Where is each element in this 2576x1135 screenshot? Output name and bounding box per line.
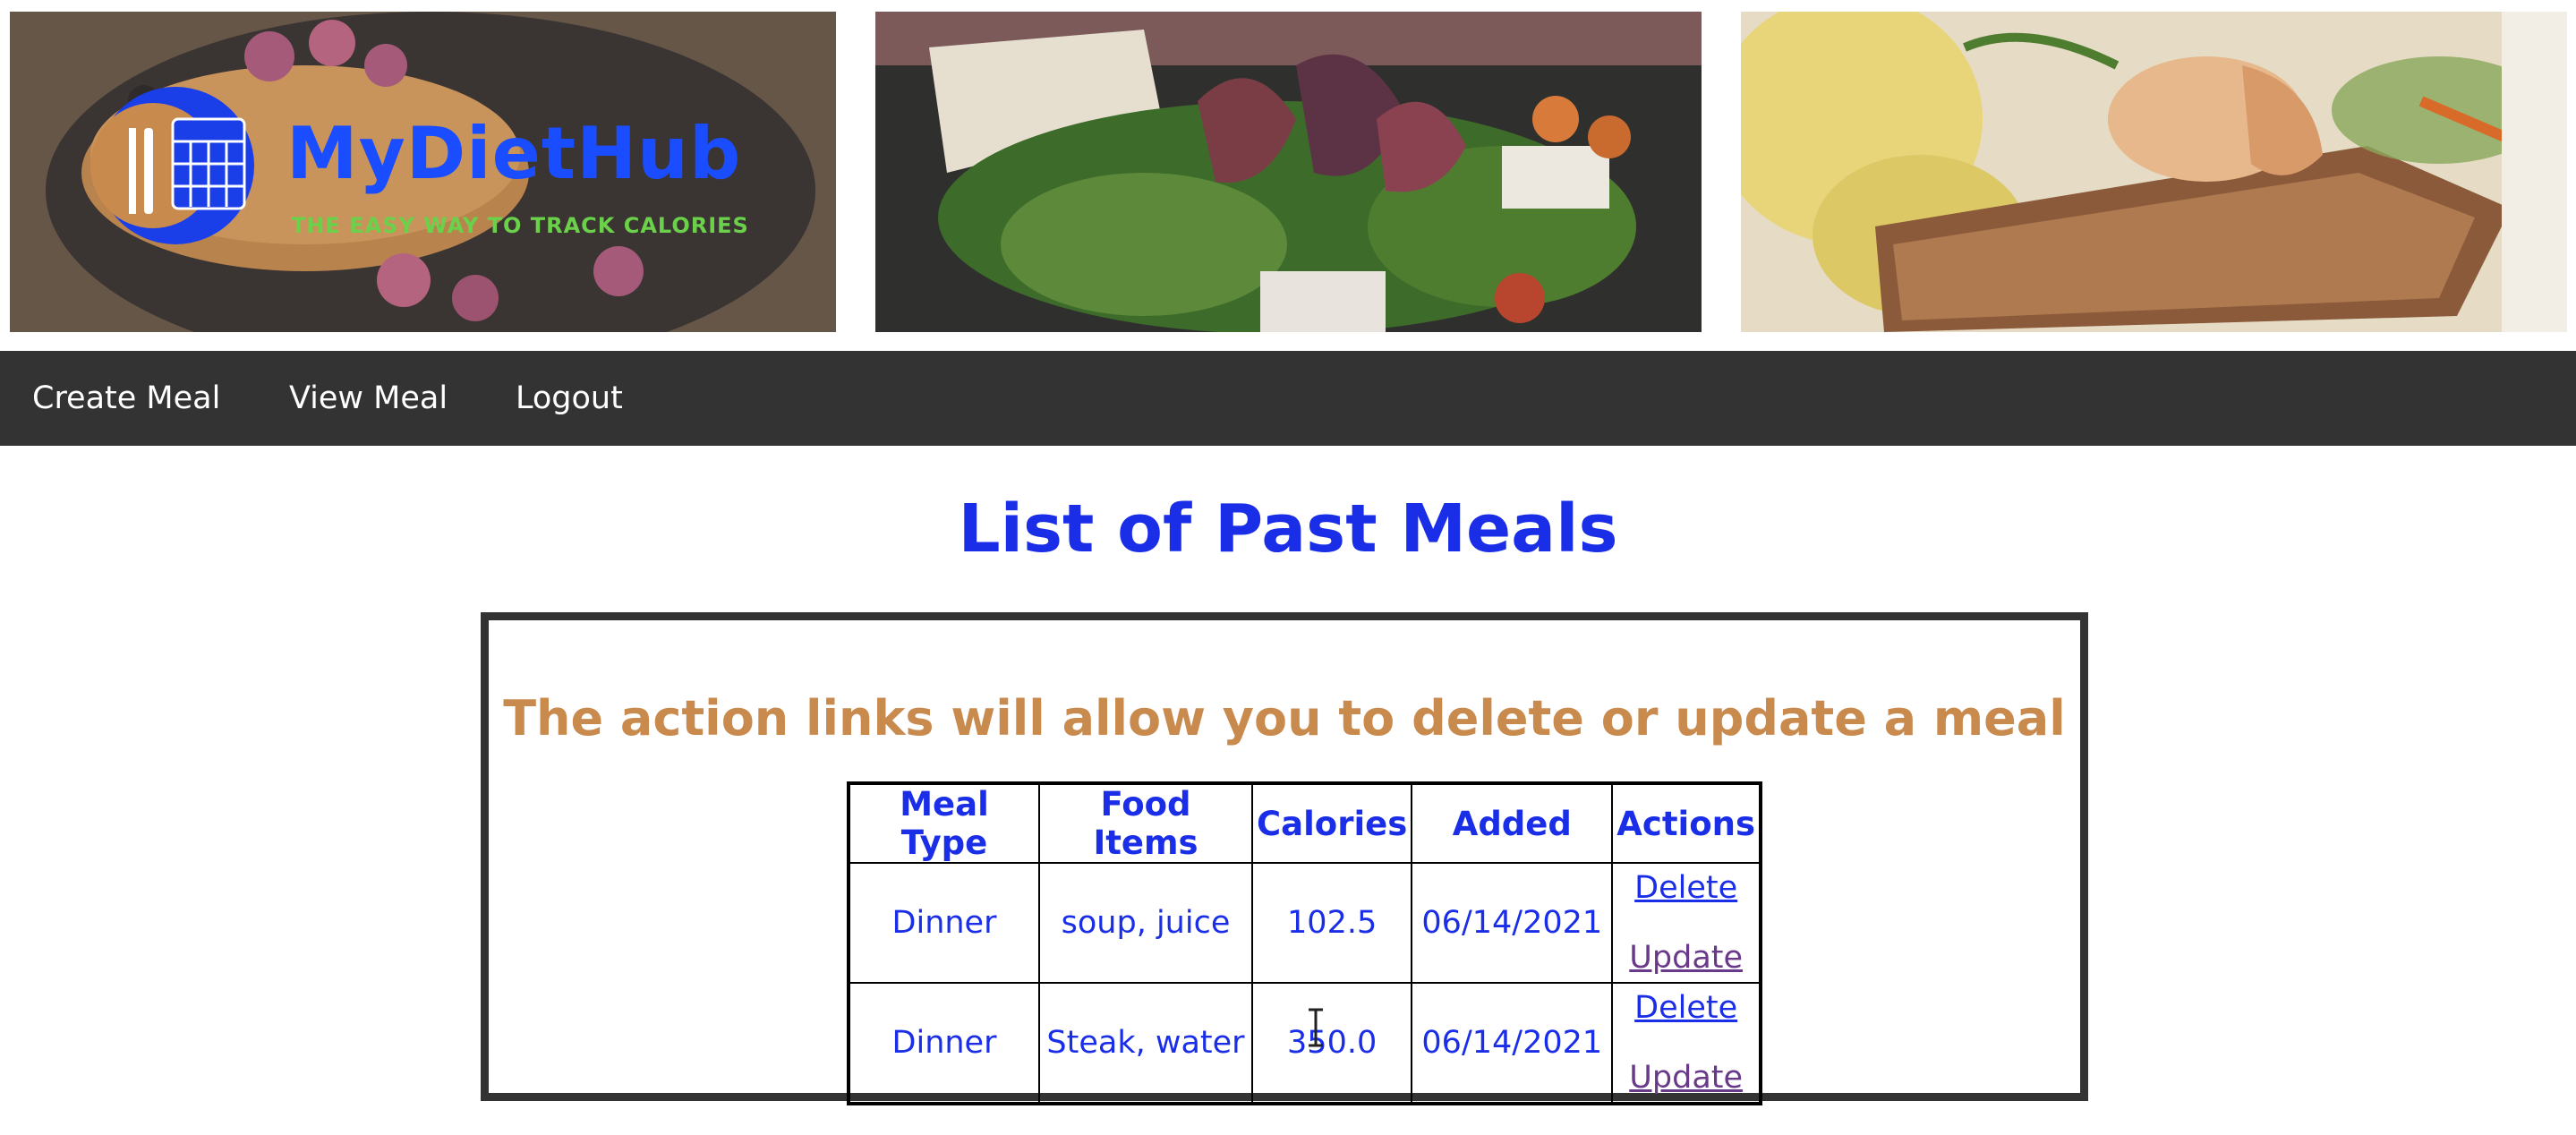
header-banner: MyDietHub THE EASY WAY TO TRACK CALORIES: [0, 0, 2576, 351]
cell-calories: 102.5: [1250, 862, 1413, 984]
cell-actions: Delete Update: [1611, 862, 1762, 984]
cell-food-items: soup, juice: [1038, 862, 1253, 984]
cell-calories: 350.0: [1250, 982, 1413, 1105]
brand-name: MyDietHub: [286, 112, 742, 195]
cell-added: 06/14/2021: [1411, 982, 1614, 1105]
cell-actions: Delete Update: [1611, 982, 1762, 1105]
cell-added: 06/14/2021: [1411, 862, 1614, 984]
meals-table: Meal Type Food Items Calories Added Acti…: [847, 781, 1763, 1105]
meals-panel: The action links will allow you to delet…: [481, 612, 2088, 1105]
brand-tagline: THE EASY WAY TO TRACK CALORIES: [291, 213, 749, 238]
header-calories: Calories: [1250, 782, 1413, 864]
banner-image-fish: [1741, 12, 2567, 332]
table-row: Dinner soup, juice 102.5 06/14/2021 Dele…: [848, 862, 1762, 984]
panel-instructions: The action links will allow you to delet…: [503, 690, 2066, 747]
top-nav: Create Meal View Meal Logout: [0, 351, 2576, 446]
banner-image-salad: [875, 12, 1702, 332]
header-meal-type: Meal Type: [848, 782, 1040, 864]
nav-create-meal-link[interactable]: Create Meal: [32, 351, 220, 446]
header-actions: Actions: [1611, 782, 1762, 864]
nav-view-meal-link[interactable]: View Meal: [289, 351, 448, 446]
update-link[interactable]: Update: [1616, 1060, 1755, 1096]
header-added: Added: [1411, 782, 1614, 864]
delete-link[interactable]: Delete: [1616, 990, 1755, 1026]
cell-food-items: Steak, water: [1038, 982, 1253, 1105]
update-link[interactable]: Update: [1616, 940, 1755, 976]
header-food-items: Food Items: [1038, 782, 1253, 864]
delete-link[interactable]: Delete: [1616, 870, 1755, 906]
cell-meal-type: Dinner: [848, 862, 1040, 984]
text-cursor-icon: [1309, 1008, 1323, 1047]
nav-logout-link[interactable]: Logout: [516, 351, 623, 446]
cell-meal-type: Dinner: [848, 982, 1040, 1105]
table-header-row: Meal Type Food Items Calories Added Acti…: [848, 782, 1762, 864]
page-title: List of Past Meals: [958, 491, 1618, 568]
